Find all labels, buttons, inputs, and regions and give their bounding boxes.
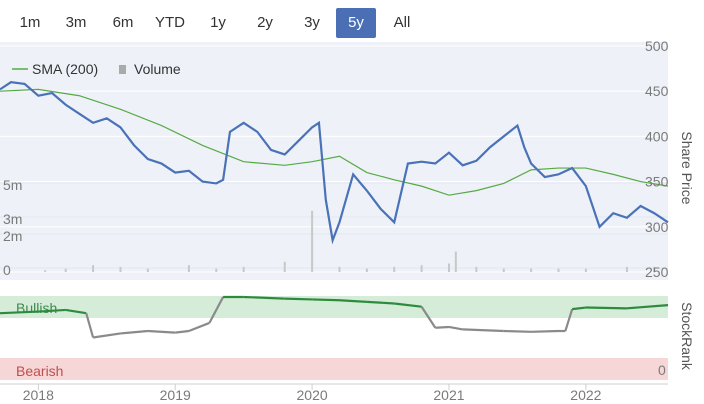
volume-bar: [64, 268, 67, 272]
volume-bar: [338, 266, 341, 272]
volume-bar: [92, 265, 95, 272]
volume-legend-swatch: [119, 65, 126, 74]
volume-bar: [242, 266, 245, 272]
volume-bar: [454, 251, 457, 272]
volume-bar: [393, 266, 396, 272]
stockrank-segment: [448, 325, 463, 331]
x-tick-label: 2021: [433, 387, 464, 403]
share-price-axis-title: Share Price: [679, 131, 695, 204]
price-tick-label: 500: [645, 38, 669, 54]
plot-background: [0, 42, 668, 280]
x-tick-label: 2022: [570, 387, 601, 403]
stockrank-axis-title: StockRank: [679, 302, 695, 371]
sma-legend-label: SMA (200): [32, 61, 98, 77]
price-tick-label: 350: [645, 174, 669, 190]
stockrank-segment: [147, 329, 176, 334]
volume-tick-label: 2m: [3, 228, 22, 244]
volume-bar: [447, 263, 450, 272]
volume-bar: [365, 268, 368, 272]
x-tick-label: 2020: [297, 387, 328, 403]
volume-bar: [311, 210, 314, 272]
volume-tick-label: 0: [3, 262, 11, 278]
stockrank-segment: [92, 332, 121, 339]
volume-bar: [475, 266, 478, 272]
volume-bar: [44, 270, 47, 272]
price-tick-label: 400: [645, 128, 669, 144]
stockrank-segment: [284, 297, 313, 301]
stockrank-segment: [435, 325, 450, 329]
volume-bar: [530, 268, 533, 272]
volume-tick-label: 5m: [3, 177, 22, 193]
stockrank-zero-label: 0: [658, 362, 666, 378]
stockrank-segment: [120, 329, 148, 335]
stockrank-segment: [312, 298, 340, 302]
stockrank-segment: [503, 329, 532, 333]
legend: SMA (200) Volume: [12, 61, 181, 77]
volume-bar: [625, 266, 628, 272]
volume-bar: [502, 268, 505, 272]
price-tick-label: 300: [645, 219, 669, 235]
bearish-label: Bearish: [16, 363, 63, 379]
chart: 5m 3m2m 0 500 450 400 350 300 250 Share Price S…: [0, 38, 695, 403]
volume-bar: [146, 268, 149, 272]
x-tick-label: 2019: [160, 387, 191, 403]
volume-legend-label: Volume: [134, 61, 181, 77]
x-tick-label: 2018: [23, 387, 54, 403]
x-axis: 2018 2019 2020 2021 2022: [23, 384, 602, 403]
volume-bar: [119, 266, 122, 272]
price-tick-label: 450: [645, 83, 669, 99]
volume-bar: [187, 265, 190, 272]
stockrank-segment: [188, 321, 210, 333]
volume-bar: [584, 268, 587, 272]
stockrank-segment: [175, 329, 190, 334]
stockrank-segment: [531, 329, 559, 333]
volume-bar: [557, 268, 560, 272]
volume-tick-label: 3m: [3, 211, 22, 227]
bullish-label: Bullish: [16, 300, 57, 316]
stockrank-segment: [585, 306, 627, 310]
stockrank-segment: [462, 328, 504, 333]
volume-bar: [215, 268, 218, 272]
volume-bar: [420, 265, 423, 272]
bearish-band: [0, 358, 668, 380]
volume-bar: [283, 261, 286, 272]
price-tick-label: 250: [645, 264, 669, 280]
